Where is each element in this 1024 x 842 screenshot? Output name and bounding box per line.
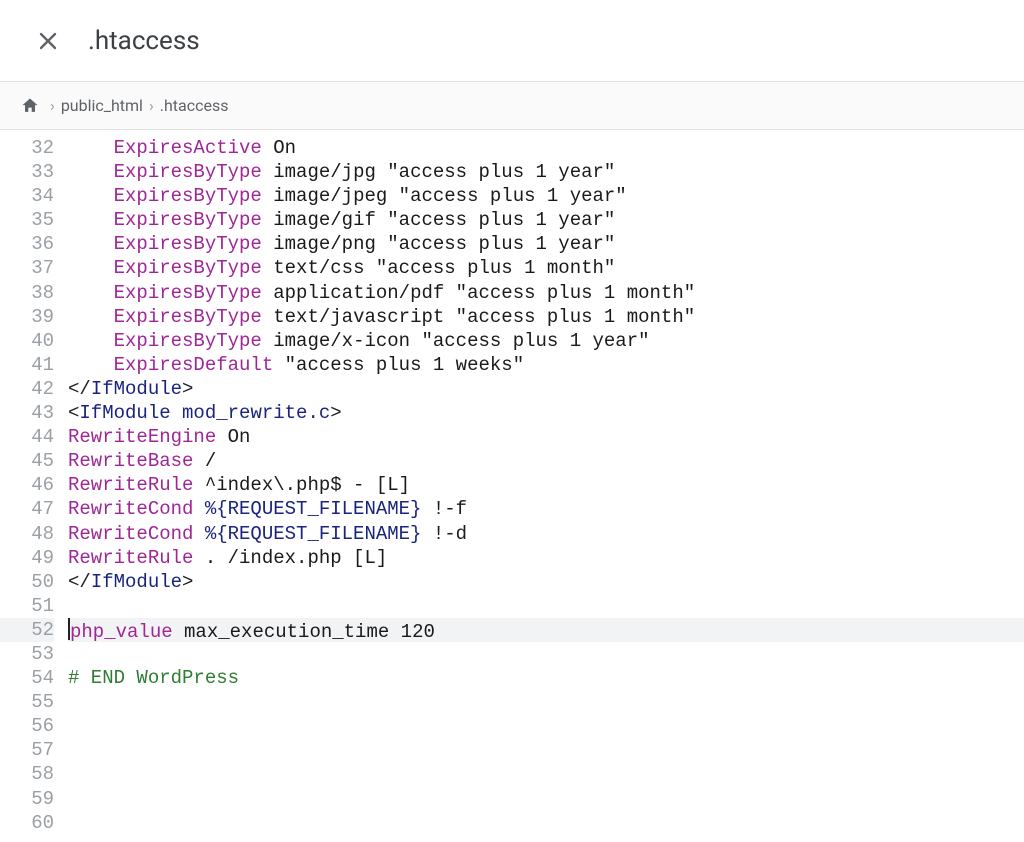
code-line[interactable]: RewriteCond %{REQUEST_FILENAME} !-d (68, 522, 1024, 546)
gutter: 3233343536373839404142434445464748495051… (0, 130, 68, 842)
line-number: 35 (0, 208, 54, 232)
line-number: 60 (0, 811, 54, 835)
code-line[interactable] (68, 787, 1024, 811)
line-number: 54 (0, 666, 54, 690)
code-editor[interactable]: 3233343536373839404142434445464748495051… (0, 130, 1024, 842)
line-number: 49 (0, 546, 54, 570)
code-line[interactable] (68, 642, 1024, 666)
code-line[interactable]: ExpiresByType image/x-icon "access plus … (68, 329, 1024, 353)
line-number: 51 (0, 594, 54, 618)
line-number: 38 (0, 281, 54, 305)
code-line[interactable]: ExpiresByType application/pdf "access pl… (68, 281, 1024, 305)
code-line[interactable]: RewriteEngine On (68, 425, 1024, 449)
code-line[interactable]: ExpiresByType image/gif "access plus 1 y… (68, 208, 1024, 232)
line-number: 37 (0, 256, 54, 280)
code-line[interactable]: RewriteRule . /index.php [L] (68, 546, 1024, 570)
breadcrumb: › public_html › .htaccess (0, 82, 1024, 130)
breadcrumb-item[interactable]: public_html (61, 96, 143, 115)
line-number: 39 (0, 305, 54, 329)
line-number: 47 (0, 497, 54, 521)
line-number: 56 (0, 714, 54, 738)
line-number: 42 (0, 377, 54, 401)
code-line[interactable]: RewriteBase / (68, 449, 1024, 473)
code-line[interactable]: # END WordPress (68, 666, 1024, 690)
code-line[interactable] (68, 762, 1024, 786)
line-number: 45 (0, 449, 54, 473)
breadcrumb-item[interactable]: .htaccess (160, 96, 229, 115)
code-line[interactable]: ExpiresActive On (68, 136, 1024, 160)
line-number: 46 (0, 473, 54, 497)
editor-header: .htaccess (0, 0, 1024, 82)
code-line[interactable]: <IfModule mod_rewrite.c> (68, 401, 1024, 425)
line-number: 36 (0, 232, 54, 256)
line-number: 50 (0, 570, 54, 594)
code-line[interactable]: php_value max_execution_time 120 (68, 618, 1024, 642)
file-title: .htaccess (88, 26, 200, 56)
chevron-right-icon: › (50, 96, 55, 115)
line-number: 53 (0, 642, 54, 666)
close-icon[interactable] (36, 29, 60, 53)
code-line[interactable] (68, 594, 1024, 618)
code-line[interactable]: ExpiresByType image/png "access plus 1 y… (68, 232, 1024, 256)
line-number: 57 (0, 738, 54, 762)
line-number: 41 (0, 353, 54, 377)
code-area[interactable]: ExpiresActive On ExpiresByType image/jpg… (68, 130, 1024, 842)
line-number: 32 (0, 136, 54, 160)
code-line[interactable]: ExpiresByType image/jpeg "access plus 1 … (68, 184, 1024, 208)
line-number: 33 (0, 160, 54, 184)
code-line[interactable] (68, 811, 1024, 835)
code-line[interactable]: ExpiresDefault "access plus 1 weeks" (68, 353, 1024, 377)
code-line[interactable]: RewriteCond %{REQUEST_FILENAME} !-f (68, 497, 1024, 521)
code-line[interactable]: ExpiresByType text/css "access plus 1 mo… (68, 256, 1024, 280)
line-number: 48 (0, 522, 54, 546)
line-number: 40 (0, 329, 54, 353)
line-number: 58 (0, 762, 54, 786)
line-number: 44 (0, 425, 54, 449)
line-number: 34 (0, 184, 54, 208)
line-number: 52 (0, 618, 54, 642)
code-line[interactable]: ExpiresByType image/jpg "access plus 1 y… (68, 160, 1024, 184)
code-line[interactable] (68, 690, 1024, 714)
line-number: 55 (0, 690, 54, 714)
line-number: 43 (0, 401, 54, 425)
chevron-right-icon: › (149, 96, 154, 115)
code-line[interactable]: </IfModule> (68, 570, 1024, 594)
code-line[interactable]: </IfModule> (68, 377, 1024, 401)
code-line[interactable] (68, 738, 1024, 762)
code-line[interactable] (68, 714, 1024, 738)
code-line[interactable]: ExpiresByType text/javascript "access pl… (68, 305, 1024, 329)
code-line[interactable]: RewriteRule ^index\.php$ - [L] (68, 473, 1024, 497)
line-number: 59 (0, 787, 54, 811)
home-icon[interactable] (20, 96, 40, 116)
